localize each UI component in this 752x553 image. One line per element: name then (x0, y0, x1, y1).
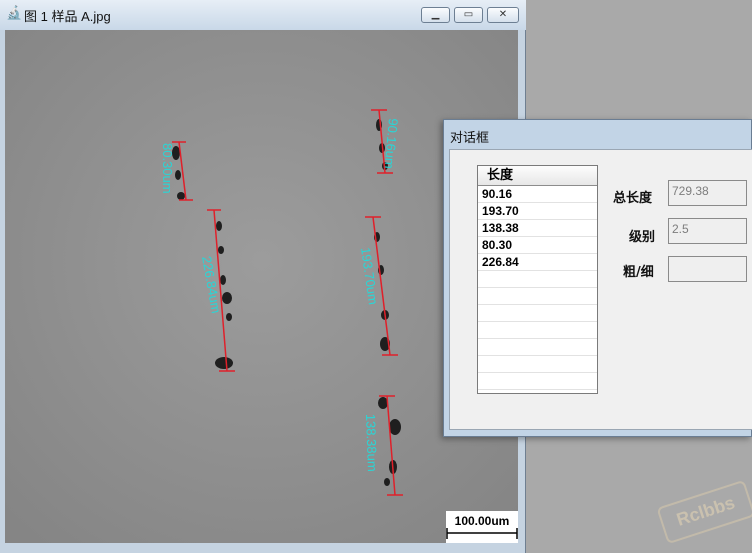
image-background (5, 30, 518, 543)
watermark-logo: Rclbbs (656, 479, 752, 545)
scale-bar: 100.00um (446, 511, 518, 543)
maximize-button[interactable]: ▭ (454, 7, 483, 23)
list-item[interactable]: 90.16 (478, 186, 597, 203)
list-item-empty[interactable] (478, 288, 597, 305)
list-item-empty[interactable] (478, 305, 597, 322)
image-window-titlebar[interactable]: 🔬 图 1 样品 A.jpg ▁ ▭ ✕ (0, 0, 526, 30)
list-item[interactable]: 138.38 (478, 220, 597, 237)
coarse-fine-label: 粗/细 (623, 265, 654, 280)
list-item-empty[interactable] (478, 271, 597, 288)
list-item-empty[interactable] (478, 339, 597, 356)
image-window-title: 图 1 样品 A.jpg (24, 9, 111, 24)
dialog-body: 长度 90.16 193.70 138.38 80.30 226.84 总长度 … (449, 149, 752, 430)
measure-label-5: 138.38um (363, 414, 380, 472)
close-button[interactable]: ✕ (487, 7, 519, 23)
length-list[interactable]: 长度 90.16 193.70 138.38 80.30 226.84 (477, 165, 598, 394)
list-item-empty[interactable] (478, 356, 597, 373)
dialog-title: 对话框 (450, 130, 490, 145)
list-item-empty[interactable] (478, 322, 597, 339)
total-length-field[interactable]: 729.38 (668, 180, 747, 206)
grade-field[interactable]: 2.5 (668, 218, 747, 244)
list-item[interactable]: 80.30 (478, 237, 597, 254)
list-header-length[interactable]: 长度 (478, 166, 597, 186)
list-item-empty[interactable] (478, 373, 597, 390)
coarse-fine-field[interactable] (668, 256, 747, 282)
minimize-button[interactable]: ▁ (421, 7, 450, 23)
scale-bar-label: 100.00um (455, 514, 510, 528)
grade-label: 级别 (629, 230, 656, 245)
list-item[interactable]: 193.70 (478, 203, 597, 220)
total-length-label: 总长度 (613, 191, 653, 206)
list-item[interactable]: 226.84 (478, 254, 597, 271)
measurement-dialog: 对话框 长度 90.16 193.70 138.38 80.30 226.84 … (443, 119, 752, 437)
micrograph-image[interactable]: 80.30um 226.84um 90.16um 193.70um 138.38… (5, 30, 518, 543)
measure-label-1: 80.30um (160, 143, 175, 194)
microscope-icon: 🔬 (6, 6, 23, 21)
